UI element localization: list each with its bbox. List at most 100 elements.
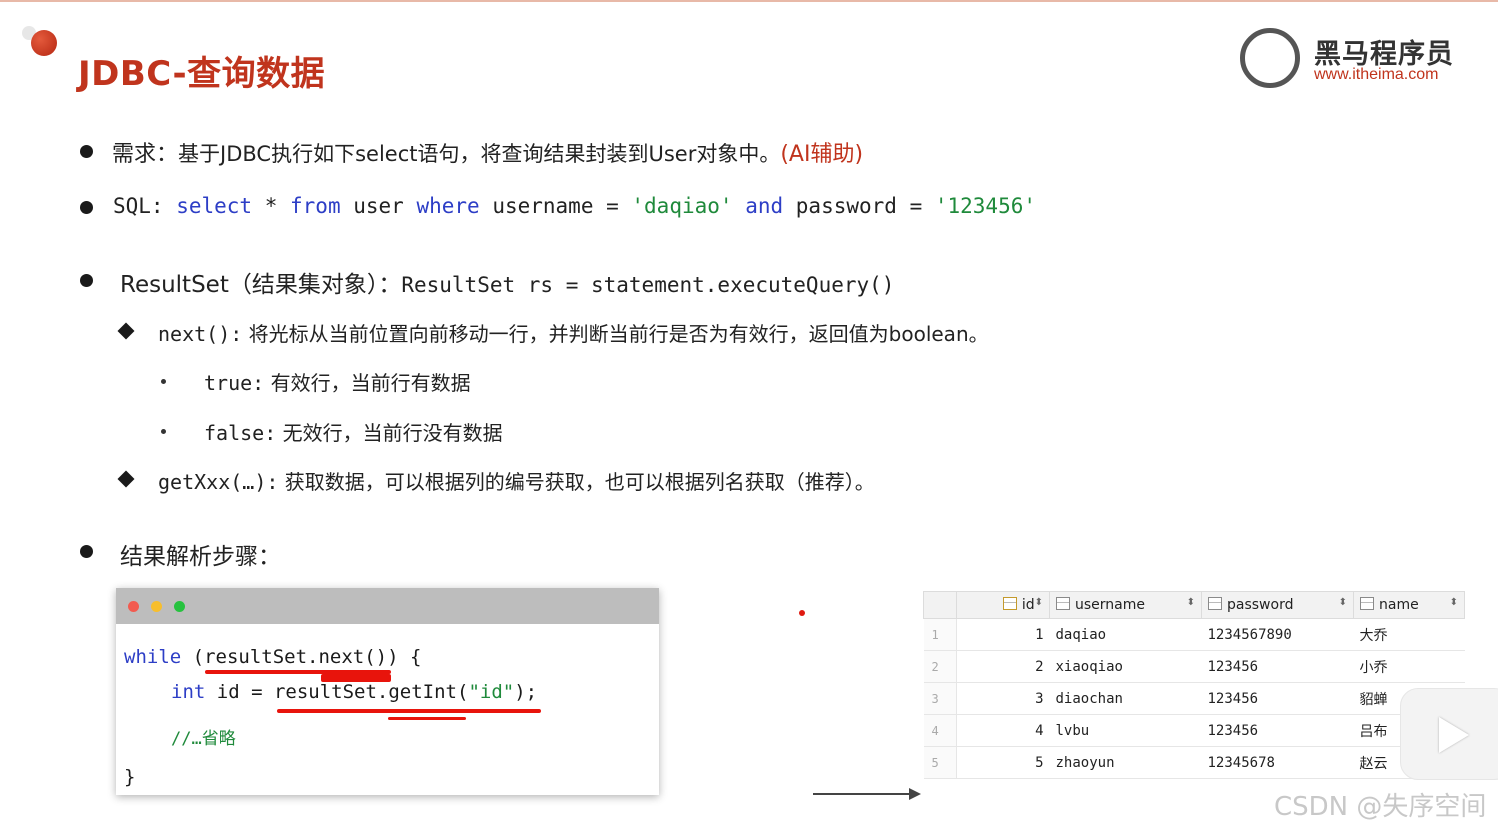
- logo-url: www.itheima.com: [1314, 66, 1439, 83]
- arrow-line: [813, 793, 917, 795]
- table-row[interactable]: 5 5 zhaoyun 12345678 赵云: [923, 746, 1465, 779]
- top-border: [0, 0, 1498, 2]
- cell-password[interactable]: 1234567890: [1201, 618, 1354, 651]
- false-line: false: 无效行，当前行没有数据: [204, 417, 503, 446]
- cell-password[interactable]: 12345678: [1201, 746, 1354, 779]
- cell-id[interactable]: 5: [956, 746, 1050, 779]
- getxxx-text: 获取数据，可以根据列的编号获取，也可以根据列名获取（推荐）。: [278, 470, 875, 494]
- next-text: 将光标从当前位置向前移动一行，并判断当前行是否为有效行，返回值为boolean。: [242, 322, 989, 346]
- column-header-id[interactable]: id ⬍: [956, 591, 1050, 619]
- code-window-titlebar: [116, 588, 659, 624]
- column-header-label: id: [1021, 597, 1035, 613]
- code-line-getint: int id = resultSet.getInt("id");: [171, 681, 537, 703]
- video-play-button[interactable]: [1400, 688, 1498, 780]
- table-row[interactable]: 1 1 daqiao 1234567890 大乔: [923, 618, 1465, 651]
- decor-dot-red: [31, 30, 57, 56]
- arrow-right-icon: [909, 788, 921, 800]
- column-header-label: name: [1379, 597, 1419, 613]
- annotation-underline: [388, 717, 466, 720]
- code-comment: //…省略: [171, 729, 236, 749]
- cell-name[interactable]: 小乔: [1353, 650, 1465, 683]
- column-header-label: username: [1075, 597, 1145, 613]
- sort-icon[interactable]: ⬍: [1187, 597, 1195, 608]
- sort-icon[interactable]: ⬍: [1339, 597, 1347, 608]
- code-window: while (resultSet.next()) { int id = resu…: [116, 588, 659, 795]
- key-column-icon: [1002, 597, 1017, 610]
- sql-line: SQL: select * from user where username =…: [113, 194, 1036, 218]
- table-row[interactable]: 4 4 lvbu 123456 吕布: [923, 714, 1465, 747]
- minimize-dot-icon: [151, 601, 162, 612]
- code-string: "id": [468, 681, 515, 703]
- true-code: true:: [204, 371, 265, 395]
- bullet-icon: [80, 145, 93, 158]
- next-line: next(): 将光标从当前位置向前移动一行，并判断当前行是否为有效行，返回值为…: [158, 318, 989, 347]
- table-row[interactable]: 2 2 xiaoqiao 123456 小乔: [923, 650, 1465, 683]
- cell-username[interactable]: zhaoyun: [1049, 746, 1202, 779]
- sql-token: username =: [479, 194, 632, 218]
- sql-token: password =: [783, 194, 935, 218]
- sql-keyword: from: [290, 194, 341, 218]
- dot-bullet-icon: [161, 429, 166, 434]
- column-icon: [1360, 597, 1374, 610]
- cell-password[interactable]: 123456: [1201, 682, 1354, 715]
- code-line-while: while (resultSet.next()) {: [124, 646, 421, 668]
- column-icon: [1208, 597, 1222, 610]
- cell-id[interactable]: 2: [956, 650, 1050, 683]
- false-code: false:: [204, 421, 277, 445]
- cell-username[interactable]: xiaoqiao: [1049, 650, 1202, 683]
- annotation-underline: [277, 709, 541, 713]
- resultset-line: ResultSet（结果集对象）：ResultSet rs = statemen…: [120, 265, 894, 299]
- cell-password[interactable]: 123456: [1201, 714, 1354, 747]
- cell-id[interactable]: 4: [956, 714, 1050, 747]
- column-header-username[interactable]: username ⬍: [1049, 591, 1202, 619]
- table-row[interactable]: 3 3 diaochan 123456 貂蝉: [923, 682, 1465, 715]
- cell-username[interactable]: diaochan: [1049, 682, 1202, 715]
- sort-icon[interactable]: ⬍: [1450, 597, 1458, 608]
- column-header-password[interactable]: password ⬍: [1201, 591, 1354, 619]
- sql-token: user: [340, 194, 417, 218]
- requirement-text: 基于JDBC执行如下select语句，将查询结果封装到User对象中。: [178, 142, 781, 166]
- bullet-icon: [80, 201, 93, 214]
- code-text: );: [514, 681, 538, 703]
- requirement-hint: (AI辅助): [780, 142, 864, 167]
- getxxx-code: getXxx(…):: [158, 470, 279, 494]
- code-keyword: while: [124, 646, 182, 668]
- maximize-dot-icon: [174, 601, 185, 612]
- code-text: id = resultSet.getInt(: [205, 681, 469, 703]
- play-icon: [1439, 717, 1469, 753]
- row-number: 2: [923, 650, 957, 683]
- true-line: true: 有效行，当前行有数据: [204, 367, 471, 396]
- code-text: (resultSet.next()) {: [181, 646, 422, 668]
- cell-id[interactable]: 3: [956, 682, 1050, 715]
- false-text: 无效行，当前行没有数据: [276, 421, 503, 445]
- column-header-name[interactable]: name ⬍: [1353, 591, 1465, 619]
- laser-pointer-dot: [799, 610, 805, 616]
- cell-id[interactable]: 1: [956, 618, 1050, 651]
- watermark: CSDN @失序空间: [1274, 792, 1487, 822]
- sql-string: 'daqiao': [631, 194, 733, 218]
- close-dot-icon: [128, 601, 139, 612]
- row-number-header: [923, 591, 957, 619]
- sql-string: '123456': [934, 194, 1037, 218]
- requirement-label: 需求：: [112, 142, 179, 167]
- true-text: 有效行，当前行有数据: [264, 371, 471, 395]
- bullet-icon: [80, 274, 93, 287]
- column-header-label: password: [1227, 597, 1294, 613]
- cell-name[interactable]: 大乔: [1353, 618, 1465, 651]
- row-number: 4: [923, 714, 957, 747]
- cell-username[interactable]: daqiao: [1049, 618, 1202, 651]
- getxxx-line: getXxx(…): 获取数据，可以根据列的编号获取，也可以根据列名获取（推荐）…: [158, 466, 875, 495]
- row-number: 1: [923, 618, 957, 651]
- row-number: 3: [923, 682, 957, 715]
- cell-username[interactable]: lvbu: [1049, 714, 1202, 747]
- next-code: next():: [158, 322, 243, 346]
- sql-keyword: and: [745, 194, 784, 218]
- sql-keyword: select: [176, 194, 253, 218]
- code-close-brace: }: [124, 766, 136, 788]
- resultset-code: ResultSet rs = statement.executeQuery(): [401, 273, 895, 297]
- sort-icon[interactable]: ⬍: [1035, 597, 1043, 608]
- row-number: 5: [923, 746, 957, 779]
- sql-keyword: where: [416, 194, 480, 218]
- result-table: id ⬍ username ⬍ password ⬍ name ⬍ 1 1 daqia…: [923, 591, 1465, 779]
- cell-password[interactable]: 123456: [1201, 650, 1354, 683]
